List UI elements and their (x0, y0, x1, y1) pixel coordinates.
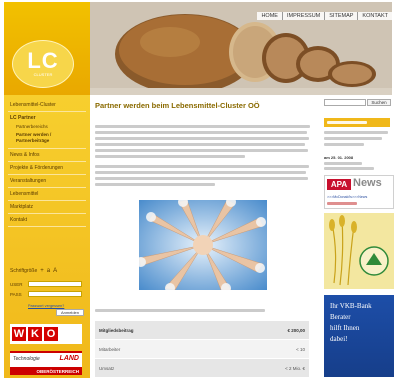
table-row: Mitgliedsbeitrag € 200,00 (95, 321, 309, 340)
vkb-bank-ad[interactable]: Ihr VKB-Bank Berater hilft Ihnen dabei! (324, 295, 394, 377)
font-size-increase-button[interactable]: + (40, 268, 44, 274)
sidebar-divider (8, 174, 86, 175)
sidebar-subitem-partnerbereichs[interactable]: Partnerbereichs (16, 124, 48, 129)
pass-label: PASS (10, 292, 22, 297)
table-cell-value: < 10 (296, 346, 305, 352)
table-caption (95, 309, 265, 312)
vkb-ad-line: Ihr VKB-Bank (330, 302, 372, 310)
password-input[interactable] (28, 291, 82, 297)
ooe-tech-word: Technologie (13, 356, 40, 362)
user-label: USER (10, 282, 23, 287)
right-sidebar: Suchen am 25. 01. 2008 APA News >>>McDon… (318, 95, 394, 378)
wko-letter: K (28, 327, 42, 341)
logo-subtitle: CLUSTER (33, 72, 53, 77)
forgot-password-link[interactable]: Passwort vergessen? (28, 304, 64, 308)
sidebar-subitem-partner-werden[interactable]: Partner werden / Partnerbeiträge (16, 132, 82, 144)
sidebar-item-marktplatz[interactable]: Marktplatz (10, 204, 33, 210)
vkb-ad-line: hilft Ihnen (330, 324, 360, 332)
sidebar-item-veranstaltungen[interactable]: Veranstaltungen (10, 178, 46, 184)
sidebar-divider (8, 187, 86, 188)
sidebar-item-kontakt[interactable]: Kontakt (10, 217, 27, 223)
table-cell-value: € 200,00 (287, 327, 305, 333)
wko-letter: W (12, 327, 26, 341)
table-cell-value: < 2 Mio. € (285, 365, 305, 371)
sidebar-divider (8, 213, 86, 214)
sidebar-divider (8, 226, 86, 227)
ama-quality-ad[interactable] (324, 213, 394, 289)
table-cell-label: Mitgliedsbeitrag (99, 327, 134, 333)
sidebar-divider (8, 148, 86, 149)
apa-news-widget[interactable]: APA News >>>McDonald's>>>News (324, 175, 394, 209)
logo-text: LC (27, 48, 59, 73)
table-row: Umsatz < 2 Mio. € (95, 359, 309, 378)
font-size-small-button[interactable]: a (47, 268, 50, 274)
sidebar-item-lebensmittel[interactable]: Lebensmittel (10, 191, 38, 197)
page: LC CLUSTER HOME IMPRESSUM SITEMAP KONTAK… (0, 0, 394, 378)
search-button[interactable]: Suchen (367, 99, 391, 106)
font-size-control: Schriftgröße + a A (10, 268, 57, 274)
sidebar-divider (8, 200, 86, 201)
logo-area[interactable]: LC CLUSTER (4, 2, 90, 95)
left-sidebar: Lebensmittel-Cluster LC Partner Partnerb… (4, 95, 90, 378)
table-cell-label: Umsatz (99, 365, 115, 371)
topnav-kontakt[interactable]: KONTAKT (357, 12, 392, 20)
main-content: Partner werden beim Lebensmittel-Cluster… (90, 95, 318, 378)
sidebar-divider (8, 111, 86, 112)
top-navigation: HOME IMPRESSUM SITEMAP KONTAKT (257, 12, 392, 20)
technologie-land-ooe-logo[interactable]: Technologie LAND OBERÖSTERREICH (10, 351, 82, 375)
topnav-impressum[interactable]: IMPRESSUM (281, 12, 324, 20)
sidebar-item-news[interactable]: News & Infos (10, 152, 39, 158)
wko-letter: O (44, 327, 58, 341)
sidebar-item-lc-partner[interactable]: LC Partner (10, 115, 36, 121)
lc-cluster-logo: LC CLUSTER (12, 40, 74, 88)
event-date: am 25. 01. 2008 (324, 155, 354, 160)
table-cell-label: Mitarbeiter (99, 346, 121, 352)
apa-logo: APA (327, 179, 351, 190)
user-input[interactable] (28, 281, 82, 287)
vkb-ad-line: Berater (330, 313, 351, 321)
sidebar-item-cluster[interactable]: Lebensmittel-Cluster (10, 102, 56, 108)
fee-table: Mitgliedsbeitrag € 200,00 Mitarbeiter < … (95, 321, 309, 378)
font-size-label: Schriftgröße (10, 268, 38, 274)
page-title: Partner werden beim Lebensmittel-Cluster… (95, 101, 260, 110)
sidebar-item-projekte[interactable]: Projekte & Förderungen (10, 165, 63, 171)
ooe-region-bar: OBERÖSTERREICH (10, 367, 82, 375)
apa-news-link[interactable]: >>>McDonald's>>>News (327, 195, 367, 199)
login-button[interactable]: Anmelden (56, 309, 84, 316)
event-box-header (324, 118, 390, 127)
team-hands-photo (139, 200, 267, 290)
wko-logo[interactable]: W K O (10, 324, 82, 344)
table-row: Mitarbeiter < 10 (95, 340, 309, 359)
header-banner: LC CLUSTER HOME IMPRESSUM SITEMAP KONTAK… (4, 2, 392, 95)
topnav-home[interactable]: HOME (257, 12, 282, 20)
apa-news-word: News (353, 177, 382, 189)
topnav-sitemap[interactable]: SITEMAP (324, 12, 357, 20)
sidebar-divider (8, 161, 86, 162)
ooe-land-word: LAND (59, 355, 79, 362)
font-size-large-button[interactable]: A (53, 268, 57, 274)
search-input[interactable] (324, 99, 366, 106)
vkb-ad-line: dabei! (330, 335, 348, 343)
